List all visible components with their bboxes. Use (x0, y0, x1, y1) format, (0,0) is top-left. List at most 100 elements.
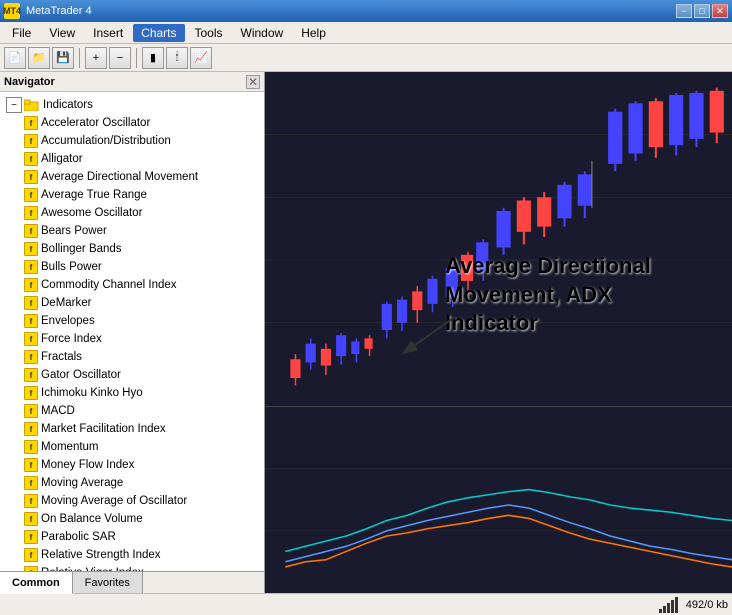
indicator-icon: f (24, 134, 38, 148)
title-bar-left: MT4 MetaTrader 4 (4, 3, 92, 19)
item-label: Envelopes (41, 315, 95, 327)
indicator-icon: f (24, 242, 38, 256)
navigator-close[interactable]: ✕ (246, 75, 260, 89)
indicator-icon: f (24, 476, 38, 490)
menu-charts[interactable]: Charts (133, 24, 184, 42)
navigator-title: Navigator (4, 76, 55, 88)
indicators-label: Indicators (43, 99, 93, 111)
indicator-icon: f (24, 494, 38, 508)
item-label: Ichimoku Kinko Hyo (41, 387, 143, 399)
list-item[interactable]: f Parabolic SAR (4, 528, 260, 546)
item-label: Average Directional Movement (41, 171, 198, 183)
list-item[interactable]: f Envelopes (4, 312, 260, 330)
bar3 (667, 603, 670, 613)
menu-file[interactable]: File (4, 24, 39, 42)
bar2 (663, 606, 666, 613)
item-label: Moving Average of Oscillator (41, 495, 187, 507)
item-label: Money Flow Index (41, 459, 134, 471)
list-item[interactable]: f Relative Vigor Index (4, 564, 260, 571)
list-item[interactable]: f Bulls Power (4, 258, 260, 276)
toolbar-bar-chart[interactable]: ▮ (142, 47, 164, 69)
indicator-icon: f (24, 404, 38, 418)
folder-icon (24, 99, 40, 111)
indicator-icon: f (24, 296, 38, 310)
item-label: Average True Range (41, 189, 147, 201)
list-item[interactable]: f Momentum (4, 438, 260, 456)
item-label: Alligator (41, 153, 83, 165)
navigator-panel: Navigator ✕ − Indicators (0, 72, 265, 593)
list-item[interactable]: f Bears Power (4, 222, 260, 240)
list-item[interactable]: f Ichimoku Kinko Hyo (4, 384, 260, 402)
list-item[interactable]: f Force Index (4, 330, 260, 348)
list-item[interactable]: f Market Facilitation Index (4, 420, 260, 438)
indicator-icon: f (24, 116, 38, 130)
list-item[interactable]: f Alligator (4, 150, 260, 168)
maximize-button[interactable]: □ (694, 4, 710, 18)
indicator-icon: f (24, 440, 38, 454)
list-item[interactable]: f Moving Average (4, 474, 260, 492)
item-label: Bollinger Bands (41, 243, 122, 255)
list-item[interactable]: f Fractals (4, 348, 260, 366)
indicator-icon: f (24, 152, 38, 166)
nav-scroll[interactable]: − Indicators f Accelerator Oscillator f (0, 92, 264, 571)
menu-view[interactable]: View (41, 24, 83, 42)
list-item[interactable]: f Average Directional Movement (4, 168, 260, 186)
minimize-button[interactable]: − (676, 4, 692, 18)
toolbar-open[interactable]: 📁 (28, 47, 50, 69)
menu-help[interactable]: Help (293, 24, 334, 42)
indicator-icon: f (24, 422, 38, 436)
main-layout: Navigator ✕ − Indicators (0, 72, 732, 593)
navigator-header: Navigator ✕ (0, 72, 264, 92)
close-button[interactable]: ✕ (712, 4, 728, 18)
item-label: Accumulation/Distribution (41, 135, 171, 147)
menu-window[interactable]: Window (233, 24, 292, 42)
toolbar-candle-chart[interactable]: 🕯 (166, 47, 188, 69)
item-label: Bulls Power (41, 261, 102, 273)
toolbar-zoom-in[interactable]: + (85, 47, 107, 69)
nav-tabs: Common Favorites (0, 571, 264, 593)
nav-tree: − Indicators f Accelerator Oscillator f (0, 92, 264, 571)
list-item[interactable]: f Gator Oscillator (4, 366, 260, 384)
title-bar: MT4 MetaTrader 4 − □ ✕ (0, 0, 732, 22)
bar4 (671, 600, 674, 613)
bar1 (659, 609, 662, 613)
signal-bars (659, 597, 678, 613)
list-item[interactable]: f DeMarker (4, 294, 260, 312)
indicator-icon: f (24, 278, 38, 292)
item-label: Awesome Oscillator (41, 207, 142, 219)
list-item[interactable]: f Bollinger Bands (4, 240, 260, 258)
menu-tools[interactable]: Tools (187, 24, 231, 42)
candlestick-chart (265, 72, 732, 406)
list-item[interactable]: f Average True Range (4, 186, 260, 204)
list-item[interactable]: f Accelerator Oscillator (4, 114, 260, 132)
list-item[interactable]: f Relative Strength Index (4, 546, 260, 564)
tab-common[interactable]: Common (0, 572, 73, 594)
item-label: Parabolic SAR (41, 531, 116, 543)
menu-bar: File View Insert Charts Tools Window Hel… (0, 22, 732, 44)
item-label: Momentum (41, 441, 99, 453)
toolbar-line-chart[interactable]: 📈 (190, 47, 212, 69)
indicator-icon: f (24, 314, 38, 328)
title-bar-controls[interactable]: − □ ✕ (676, 4, 728, 18)
indicator-icon: f (24, 332, 38, 346)
list-item[interactable]: f Money Flow Index (4, 456, 260, 474)
chart-main[interactable]: Average Directional Movement, ADX Indica… (265, 72, 732, 407)
indicator-icon: f (24, 260, 38, 274)
tree-indicators-root[interactable]: − Indicators (4, 96, 260, 114)
list-item[interactable]: f Commodity Channel Index (4, 276, 260, 294)
toolbar-zoom-out[interactable]: − (109, 47, 131, 69)
tab-favorites[interactable]: Favorites (73, 572, 143, 593)
item-label: Relative Strength Index (41, 549, 161, 561)
list-item[interactable]: f Awesome Oscillator (4, 204, 260, 222)
menu-insert[interactable]: Insert (85, 24, 131, 42)
toggle-indicators[interactable]: − (6, 97, 22, 113)
list-item[interactable]: f MACD (4, 402, 260, 420)
list-item[interactable]: f On Balance Volume (4, 510, 260, 528)
list-item[interactable]: f Moving Average of Oscillator (4, 492, 260, 510)
toolbar-save[interactable]: 💾 (52, 47, 74, 69)
list-item[interactable]: f Accumulation/Distribution (4, 132, 260, 150)
toolbar-new[interactable]: 📄 (4, 47, 26, 69)
item-label: DeMarker (41, 297, 91, 309)
item-label: Accelerator Oscillator (41, 117, 150, 129)
indicator-icon: f (24, 368, 38, 382)
